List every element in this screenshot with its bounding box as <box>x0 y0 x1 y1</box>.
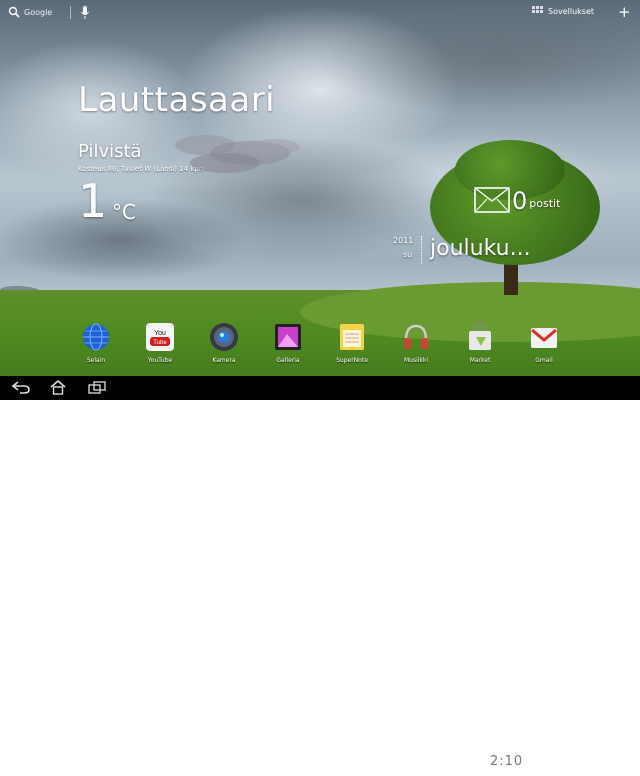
headphones-icon <box>404 324 428 349</box>
voice-search-button[interactable] <box>80 5 90 24</box>
svg-text:SUOMI.FI: SUOMI.FI <box>594 768 630 776</box>
home-icon[interactable] <box>50 380 66 395</box>
app-label: YouTube <box>147 357 173 364</box>
calendar-divider <box>421 236 424 264</box>
app-label: Market <box>469 357 491 364</box>
email-label: postit <box>529 197 561 210</box>
gallery-icon <box>275 324 301 350</box>
gmail-icon <box>531 328 557 348</box>
app-label: Kamera <box>212 357 236 364</box>
email-widget[interactable]: 0 postit <box>474 187 560 213</box>
cloud-icon <box>175 135 300 173</box>
app-label: Musiikki <box>403 357 429 364</box>
weather-condition: Pilvistä <box>78 141 142 162</box>
camera-icon <box>210 323 238 351</box>
time-watermark: 2:10 <box>490 754 524 769</box>
app-camera[interactable]: Kamera <box>192 322 256 364</box>
recent-apps-icon[interactable] <box>88 381 106 394</box>
youtube-icon: You Tube <box>146 323 174 351</box>
app-dock: Selain You Tube YouTube Kamera Galleria <box>0 322 640 372</box>
app-label: Gmail <box>535 357 553 364</box>
app-gmail[interactable]: Gmail <box>512 322 576 364</box>
apps-button[interactable]: Sovellukset <box>532 6 594 16</box>
search-label: Google <box>24 7 53 17</box>
search-icon <box>8 6 20 18</box>
temperature-value: 1 <box>78 174 108 228</box>
top-bar: Google Sovellukset + <box>0 0 640 26</box>
app-gallery[interactable]: Galleria <box>256 322 320 364</box>
androidsuomi-logo: ANDROID SUOMI.FI <box>528 752 631 776</box>
email-count: 0 <box>512 187 528 215</box>
svg-text:Tube: Tube <box>153 340 167 346</box>
apps-label: Sovellukset <box>548 6 595 16</box>
app-browser[interactable]: Selain <box>64 322 128 364</box>
weather-city[interactable]: Lauttasaari <box>78 80 275 120</box>
app-label: Selain <box>86 357 106 364</box>
app-label: Galleria <box>276 357 300 364</box>
microphone-icon <box>81 6 89 19</box>
app-supernote[interactable]: SuperNote <box>320 322 384 364</box>
app-music[interactable]: Musiikki <box>384 322 448 364</box>
calendar-month: jouluku... <box>430 236 531 261</box>
app-youtube[interactable]: You Tube YouTube <box>128 322 192 364</box>
back-icon[interactable] <box>12 381 30 394</box>
system-nav-bar: 2:10 ANDROID SUOMI.FI <box>0 376 640 776</box>
add-widget-button[interactable]: + <box>618 3 631 21</box>
market-bag-icon <box>469 324 491 350</box>
calendar-year: 2011 <box>393 236 414 245</box>
google-search-button[interactable]: Google <box>8 6 52 18</box>
svg-text:You: You <box>154 330 166 337</box>
divider <box>70 6 71 19</box>
app-label: SuperNote <box>336 357 368 364</box>
temperature-unit: °C <box>112 200 136 224</box>
globe-icon <box>83 323 109 351</box>
calendar-day: su <box>403 250 413 259</box>
notepad-icon <box>340 324 364 350</box>
app-market[interactable]: Market <box>448 322 512 364</box>
envelope-icon <box>474 187 510 213</box>
apps-grid-icon <box>532 6 543 13</box>
